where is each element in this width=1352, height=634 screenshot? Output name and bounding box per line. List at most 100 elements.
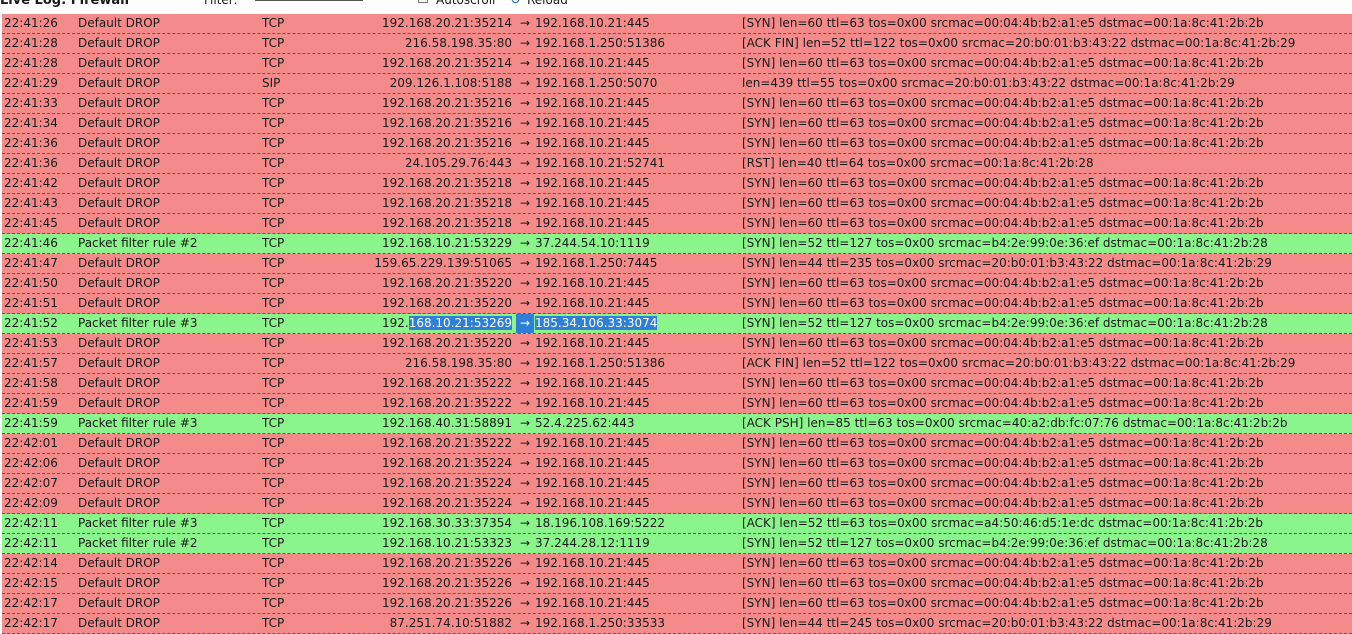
log-row[interactable]: 22:41:57 Default DROP TCP 216.58.198.35:80 →…	[2, 354, 1352, 374]
log-row[interactable]: 22:42:06 Default DROP TCP 192.168.20.21:352…	[2, 454, 1352, 474]
firewall-log-table[interactable]: 22:41:26 Default DROP TCP 192.168.20.21:352…	[2, 14, 1352, 634]
log-row[interactable]: 22:41:36 Default DROP TCP 192.168.20.21:352…	[2, 134, 1352, 154]
log-time: 22:41:50	[4, 276, 58, 290]
log-details: [SYN] len=60 ttl=63 tos=0x00 srcmac=00:0…	[742, 16, 1264, 30]
log-details: [SYN] len=60 ttl=63 tos=0x00 srcmac=00:0…	[742, 296, 1264, 310]
log-row[interactable]: 22:41:52 Packet filter rule #3 TCP 192.168.…	[2, 314, 1352, 334]
arrow-icon: →	[519, 156, 531, 170]
log-destination: 185.34.106.33:3074	[535, 314, 735, 333]
arrow-icon: →	[519, 236, 531, 250]
log-row[interactable]: 22:41:26 Default DROP TCP 192.168.20.21:352…	[2, 14, 1352, 34]
log-row[interactable]: 22:42:11 Packet filter rule #3 TCP 192.168.…	[2, 514, 1352, 534]
log-destination: 192.168.1.250:33533	[535, 616, 666, 630]
log-row[interactable]: 22:42:17 Default DROP TCP 87.251.74.10:5188…	[2, 614, 1352, 634]
log-row[interactable]: 22:41:42 Default DROP TCP 192.168.20.21:352…	[2, 174, 1352, 194]
log-row[interactable]: 22:41:58 Default DROP TCP 192.168.20.21:352…	[2, 374, 1352, 394]
log-row[interactable]: 22:41:45 Default DROP TCP 192.168.20.21:352…	[2, 214, 1352, 234]
log-time: 22:41:36	[4, 156, 58, 170]
log-row[interactable]: 22:41:34 Default DROP TCP 192.168.20.21:352…	[2, 114, 1352, 134]
log-details: [SYN] len=60 ttl=63 tos=0x00 srcmac=00:0…	[742, 136, 1264, 150]
log-details: [SYN] len=60 ttl=63 tos=0x00 srcmac=00:0…	[742, 576, 1264, 590]
log-rule: Default DROP	[78, 596, 160, 610]
autoscroll-checkbox[interactable]: ✓	[418, 0, 428, 3]
log-row[interactable]: 22:41:29 Default DROP SIP 209.126.1.108:518…	[2, 74, 1352, 94]
log-details: [SYN] len=60 ttl=63 tos=0x00 srcmac=00:0…	[742, 336, 1264, 350]
arrow-icon: →	[519, 396, 531, 410]
log-details: [SYN] len=60 ttl=63 tos=0x00 srcmac=00:0…	[742, 456, 1264, 470]
page-title: Live Log: Firewall	[0, 0, 130, 8]
log-row[interactable]: 22:41:51 Default DROP TCP 192.168.20.21:352…	[2, 294, 1352, 314]
log-source: 192.168.20.21:35218	[381, 176, 512, 190]
log-destination: 192.168.10.21:445	[535, 436, 650, 450]
log-destination: 192.168.10.21:445	[535, 276, 650, 290]
log-row[interactable]: 22:42:15 Default DROP TCP 192.168.20.21:352…	[2, 574, 1352, 594]
log-time: 22:41:29	[4, 76, 58, 90]
log-destination: 192.168.10.21:445	[535, 196, 650, 210]
arrow-icon: →	[519, 116, 531, 130]
log-details: [SYN] len=60 ttl=63 tos=0x00 srcmac=00:0…	[742, 176, 1264, 190]
log-time: 22:42:14	[4, 556, 58, 570]
log-time: 22:42:11	[4, 516, 58, 530]
log-destination: 192.168.10.21:52741	[535, 156, 666, 170]
log-rule: Default DROP	[78, 576, 160, 590]
log-source: 192.168.10.21:53269	[302, 314, 512, 333]
log-destination: 192.168.10.21:445	[535, 216, 650, 230]
autoscroll-label: Autoscroll	[436, 0, 496, 7]
filter-label: Filter:	[204, 0, 238, 7]
log-time: 22:41:46	[4, 236, 58, 250]
log-row[interactable]: 22:41:53 Default DROP TCP 192.168.20.21:352…	[2, 334, 1352, 354]
log-rule: Default DROP	[78, 276, 160, 290]
log-destination: 192.168.10.21:445	[535, 296, 650, 310]
log-row[interactable]: 22:41:28 Default DROP TCP 216.58.198.35:80 →…	[2, 34, 1352, 54]
filter-input[interactable]	[255, 0, 363, 1]
log-details: [SYN] len=60 ttl=63 tos=0x00 srcmac=00:0…	[742, 116, 1264, 130]
arrow-icon: →	[519, 576, 531, 590]
log-details: [SYN] len=60 ttl=63 tos=0x00 srcmac=00:0…	[742, 596, 1264, 610]
arrow-icon: →	[519, 216, 531, 230]
reload-icon[interactable]: ↻	[510, 0, 521, 8]
log-destination: 192.168.10.21:445	[535, 376, 650, 390]
log-row[interactable]: 22:42:01 Default DROP TCP 192.168.20.21:352…	[2, 434, 1352, 454]
log-destination: 192.168.10.21:445	[535, 596, 650, 610]
arrow-icon: →	[519, 76, 531, 90]
log-row[interactable]: 22:41:59 Packet filter rule #3 TCP 192.168.…	[2, 414, 1352, 434]
log-rule: Default DROP	[78, 256, 160, 270]
log-rule: Packet filter rule #3	[78, 316, 198, 330]
log-source: 209.126.1.108:5188	[389, 76, 512, 90]
log-row[interactable]: 22:41:33 Default DROP TCP 192.168.20.21:352…	[2, 94, 1352, 114]
log-source: 192.168.20.21:35222	[381, 396, 512, 410]
arrow-icon: →	[519, 16, 531, 30]
log-row[interactable]: 22:41:59 Default DROP TCP 192.168.20.21:352…	[2, 394, 1352, 414]
log-row[interactable]: 22:42:11 Packet filter rule #2 TCP 192.168.…	[2, 534, 1352, 554]
log-destination: 52.4.225.62:443	[535, 416, 635, 430]
log-row[interactable]: 22:42:14 Default DROP TCP 192.168.20.21:352…	[2, 554, 1352, 574]
log-rule: Default DROP	[78, 436, 160, 450]
log-details: [ACK PSH] len=85 ttl=63 tos=0x00 srcmac=…	[742, 416, 1288, 430]
log-row[interactable]: 22:42:07 Default DROP TCP 192.168.20.21:352…	[2, 474, 1352, 494]
log-source-selected-text: 168.10.21:53269	[408, 316, 512, 330]
log-time: 22:42:06	[4, 456, 58, 470]
log-source: 192.168.20.21:35222	[381, 376, 512, 390]
log-time: 22:41:36	[4, 136, 58, 150]
log-rule: Default DROP	[78, 76, 160, 90]
reload-button[interactable]: Reload	[527, 0, 568, 8]
log-rule: Default DROP	[78, 496, 160, 510]
log-details: [SYN] len=52 ttl=127 tos=0x00 srcmac=b4:…	[742, 316, 1268, 330]
log-destination: 192.168.10.21:445	[535, 16, 650, 30]
log-time: 22:41:43	[4, 196, 58, 210]
log-row[interactable]: 22:42:09 Default DROP TCP 192.168.20.21:352…	[2, 494, 1352, 514]
log-row[interactable]: 22:41:47 Default DROP TCP 159.65.229.139:51…	[2, 254, 1352, 274]
log-rule: Default DROP	[78, 196, 160, 210]
log-row[interactable]: 22:41:46 Packet filter rule #2 TCP 192.168.…	[2, 234, 1352, 254]
arrow-icon: →	[519, 176, 531, 190]
log-row[interactable]: 22:41:36 Default DROP TCP 24.105.29.76:443 →…	[2, 154, 1352, 174]
log-row[interactable]: 22:41:28 Default DROP TCP 192.168.20.21:352…	[2, 54, 1352, 74]
log-rule: Default DROP	[78, 136, 160, 150]
log-row[interactable]: 22:41:43 Default DROP TCP 192.168.20.21:352…	[2, 194, 1352, 214]
log-time: 22:41:33	[4, 96, 58, 110]
log-destination: 192.168.10.21:445	[535, 476, 650, 490]
log-source: 192.168.20.21:35214	[381, 56, 512, 70]
log-row[interactable]: 22:41:50 Default DROP TCP 192.168.20.21:352…	[2, 274, 1352, 294]
log-source: 192.168.20.21:35220	[381, 276, 512, 290]
log-row[interactable]: 22:42:17 Default DROP TCP 192.168.20.21:352…	[2, 594, 1352, 614]
